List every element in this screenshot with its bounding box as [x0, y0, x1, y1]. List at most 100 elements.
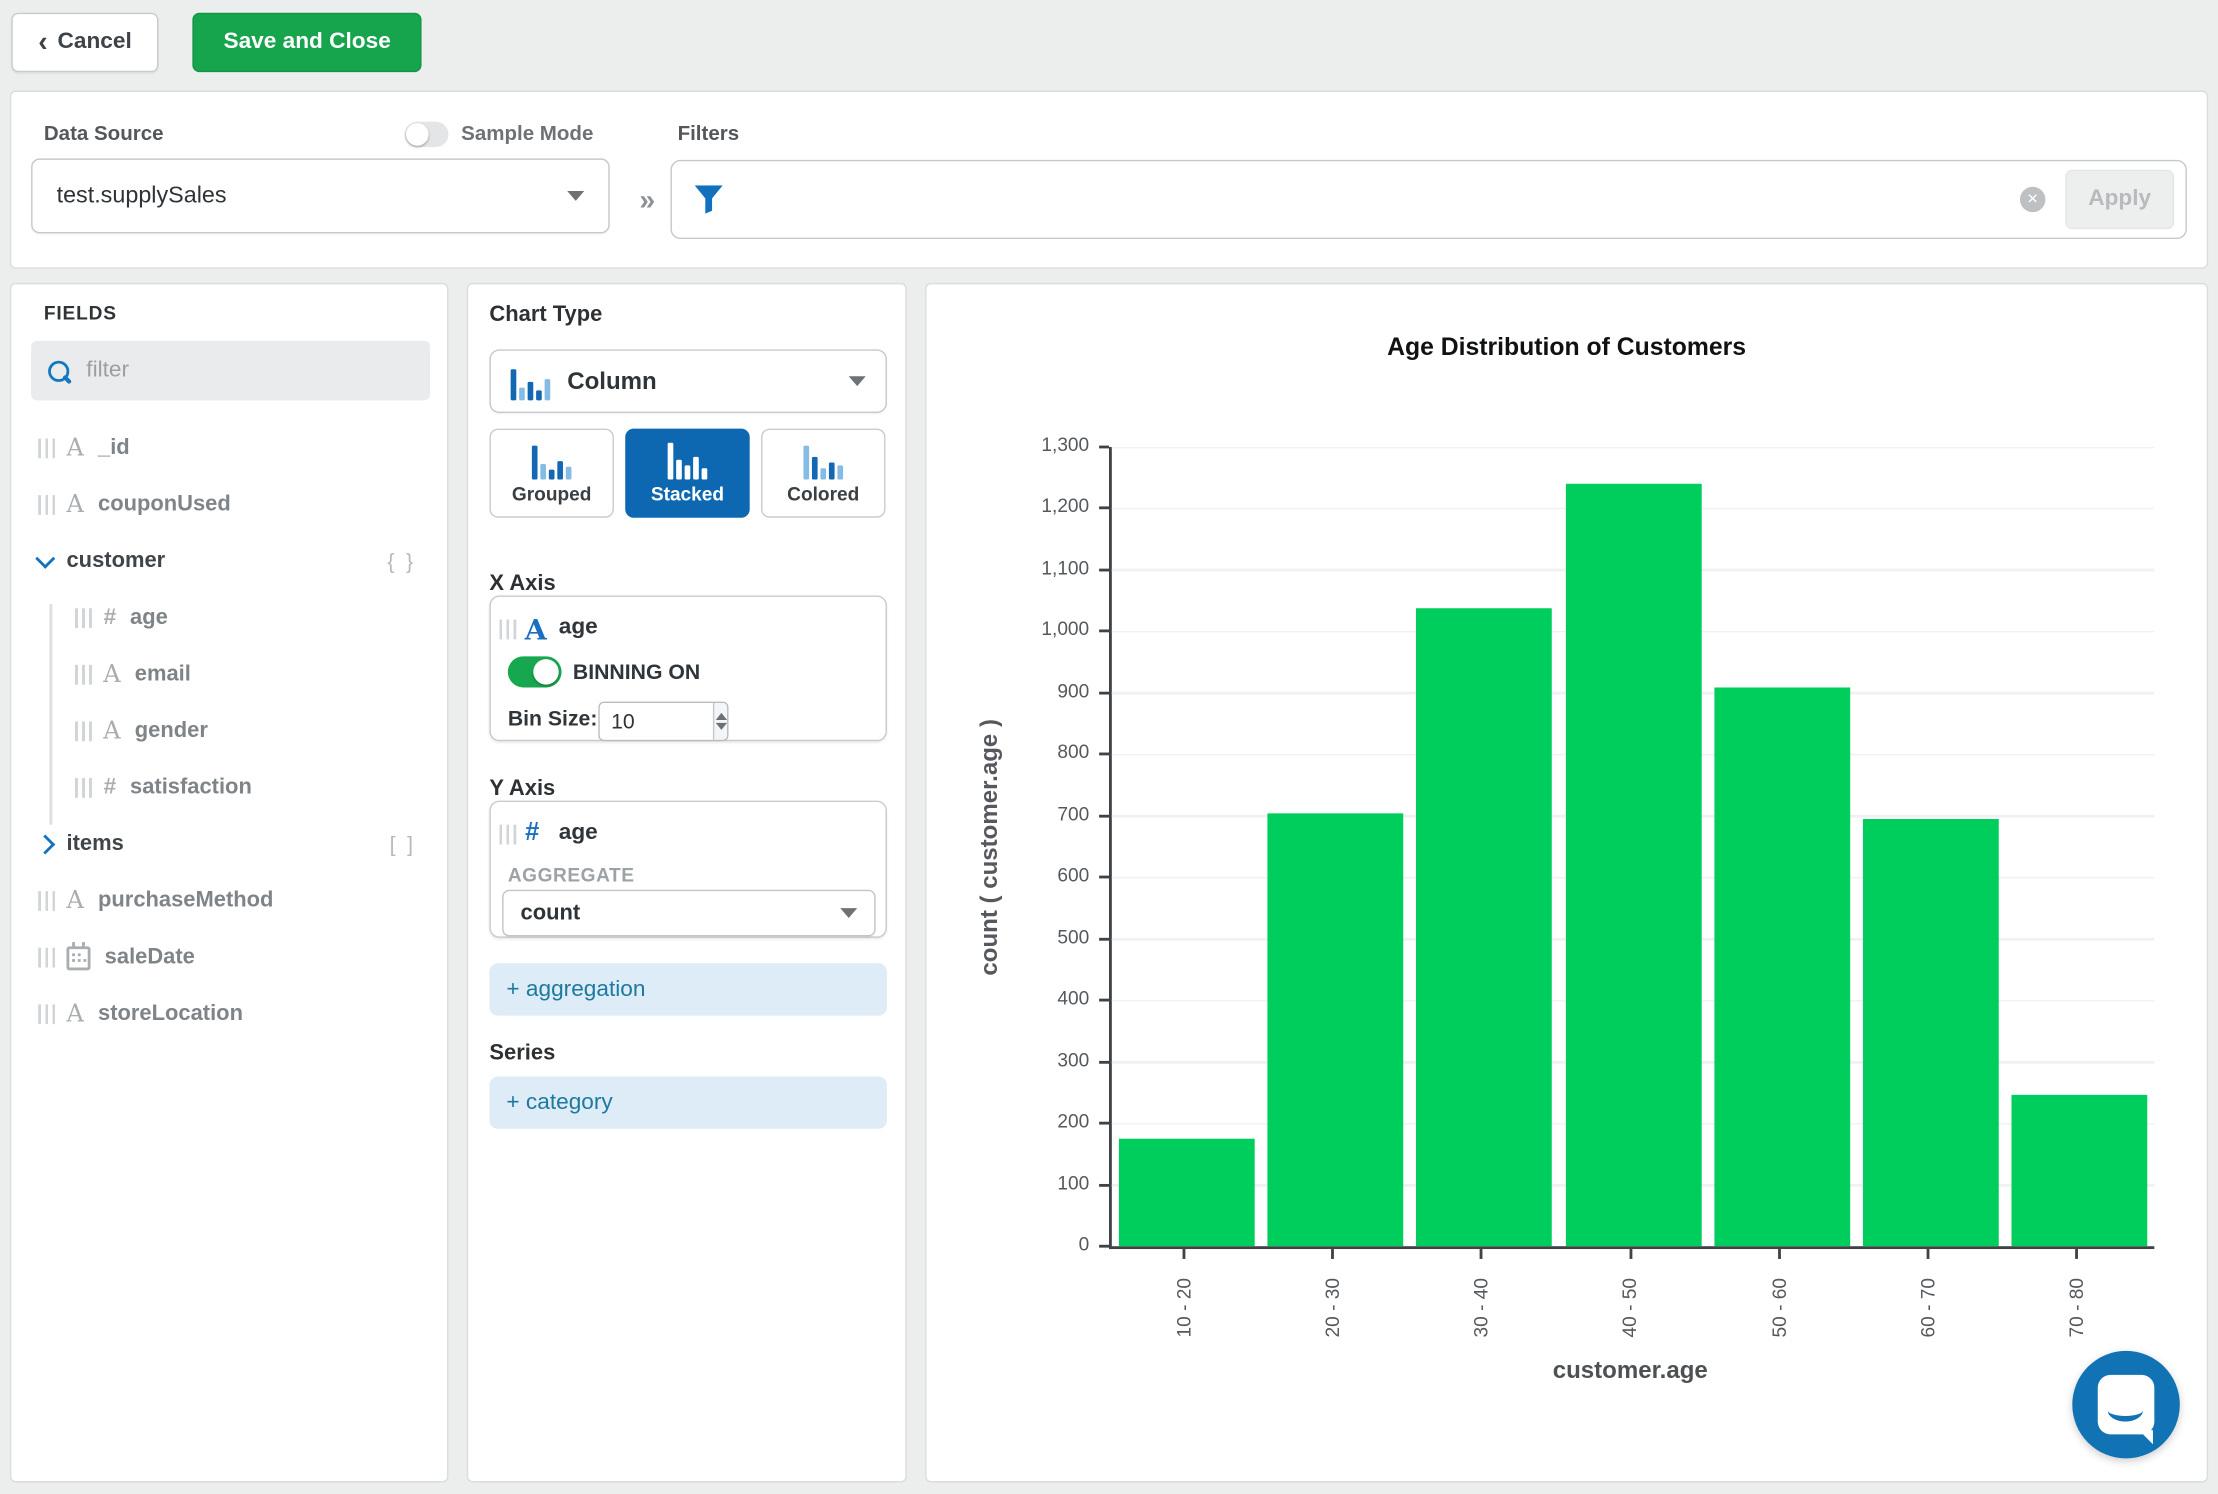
- chart-bar-40-50[interactable]: [1565, 483, 1701, 1247]
- field-label: saleDate: [104, 944, 195, 969]
- y-tick-label: 800: [1057, 741, 1090, 763]
- column-chart-icon: [510, 363, 551, 400]
- data-source-select[interactable]: test.supplySales: [31, 158, 610, 234]
- field-row-couponUsed[interactable]: AcouponUsed: [11, 477, 447, 534]
- x-tick-label: 10 - 20: [1172, 1277, 1195, 1337]
- y-tick-mark: [1099, 568, 1109, 572]
- save-and-close-button[interactable]: Save and Close: [192, 12, 422, 73]
- y-tick-label: 600: [1057, 864, 1090, 886]
- field-label: customer: [66, 548, 166, 573]
- object-badge-icon: { }: [387, 549, 416, 574]
- y-tick-label: 200: [1057, 1110, 1090, 1132]
- drag-handle-icon[interactable]: [499, 619, 517, 640]
- x-axis-label: customer.age: [1552, 1356, 1708, 1384]
- variant-grouped-button[interactable]: Grouped: [489, 428, 614, 518]
- bin-size-input[interactable]: [599, 703, 713, 740]
- field-search-box[interactable]: [31, 340, 431, 401]
- apply-button[interactable]: Apply: [2065, 169, 2175, 230]
- chat-bubble-icon: [2097, 1374, 2155, 1445]
- calendar-icon: [66, 941, 91, 970]
- x-tick-label: 50 - 60: [1768, 1277, 1790, 1337]
- chart-title: Age Distribution of Customers: [1387, 332, 1747, 361]
- add-aggregation-label: + aggregation: [506, 976, 646, 1001]
- chart-bar-50-60[interactable]: [1714, 686, 1850, 1247]
- field-row-items[interactable]: items [ ]: [11, 816, 447, 873]
- chart-bar-30-40[interactable]: [1416, 608, 1553, 1247]
- y-tick-label: 1,200: [1041, 495, 1090, 517]
- field-row-_id[interactable]: A _id: [11, 420, 447, 477]
- chart-type-title: Chart Type: [489, 302, 603, 327]
- toggle-knob: [405, 123, 429, 146]
- drag-handle-icon: [38, 891, 56, 911]
- x-tick-mark: [1777, 1249, 1781, 1259]
- chart-bar-60-70[interactable]: [1863, 818, 1999, 1247]
- chart-bar-70-80[interactable]: [2011, 1094, 2148, 1247]
- smile-icon: [2107, 1399, 2144, 1422]
- stepper-down-icon[interactable]: [715, 722, 727, 730]
- variant-label: Colored: [787, 483, 860, 505]
- x-tick-label: 60 - 70: [1917, 1277, 1939, 1337]
- y-tick-label: 1,300: [1041, 434, 1090, 456]
- add-aggregation-button[interactable]: + aggregation: [489, 963, 887, 1016]
- y-tick-mark: [1099, 691, 1109, 695]
- sample-mode-toggle[interactable]: [404, 121, 449, 148]
- y-tick-label: 400: [1057, 987, 1090, 1009]
- fields-panel: FIELDS A _id AcouponUsed customer { } # age Aem…: [9, 282, 449, 1483]
- field-row-customer[interactable]: customer { }: [11, 533, 447, 590]
- stacked-bars-icon: [667, 442, 708, 479]
- field-row-email[interactable]: Aemail: [11, 646, 447, 703]
- datasource-filters-card: Data Source Sample Mode Filters test.sup…: [9, 90, 2209, 269]
- x-tick-mark: [1330, 1249, 1334, 1259]
- field-row-gender[interactable]: Agender: [11, 703, 447, 760]
- cancel-button[interactable]: ‹ Cancel: [11, 12, 159, 73]
- filters-input[interactable]: ✕ Apply: [670, 159, 2187, 240]
- x-tick-mark: [1628, 1249, 1632, 1259]
- string-type-icon: A: [66, 886, 84, 915]
- field-row-storeLocation[interactable]: AstoreLocation: [11, 986, 447, 1043]
- intercom-chat-button[interactable]: [2072, 1350, 2180, 1459]
- chart-type-value: Column: [567, 367, 657, 394]
- variant-colored-button[interactable]: Colored: [761, 428, 886, 518]
- y-tick-label: 1,100: [1041, 557, 1090, 579]
- chart-type-select[interactable]: Column: [489, 349, 887, 414]
- y-tick-mark: [1099, 507, 1109, 510]
- aggregate-select[interactable]: count: [502, 889, 876, 937]
- chevron-down-icon: [567, 190, 585, 201]
- field-label: items: [66, 831, 124, 856]
- field-row-saleDate[interactable]: saleDate: [11, 929, 447, 986]
- search-icon: [48, 360, 70, 382]
- chevron-right-icon[interactable]: [35, 834, 56, 855]
- field-label: gender: [134, 718, 208, 743]
- binning-toggle[interactable]: [507, 656, 562, 688]
- x-tick-mark: [2075, 1249, 2079, 1259]
- y-tick-mark: [1099, 937, 1109, 941]
- field-row-purchaseMethod[interactable]: ApurchaseMethod: [11, 873, 447, 930]
- y-tick-mark: [1099, 752, 1109, 756]
- binning-label: BINNING ON: [572, 660, 701, 685]
- drag-handle-icon: [74, 664, 92, 685]
- drag-handle-icon[interactable]: [499, 824, 517, 845]
- string-type-icon: A: [66, 490, 84, 519]
- add-category-button[interactable]: + category: [489, 1076, 887, 1129]
- field-row-satisfaction[interactable]: # satisfaction: [11, 760, 447, 817]
- colored-bars-icon: [803, 442, 844, 479]
- field-search-input[interactable]: [83, 356, 401, 385]
- y-tick-mark: [1099, 1060, 1109, 1064]
- stepper-up-icon[interactable]: [715, 712, 727, 721]
- y-tick-mark: [1099, 1244, 1109, 1248]
- chart-bar-10-20[interactable]: [1118, 1138, 1255, 1247]
- x-tick-mark: [1479, 1249, 1483, 1259]
- x-tick-mark: [1182, 1249, 1185, 1259]
- y-tick-label: 0: [1078, 1233, 1090, 1255]
- field-row-age[interactable]: # age: [11, 590, 447, 647]
- chart-bar-20-30[interactable]: [1267, 814, 1404, 1247]
- x-tick-label: 20 - 30: [1321, 1277, 1343, 1337]
- chevron-down-icon[interactable]: [35, 548, 56, 569]
- stepper-control[interactable]: [712, 703, 728, 740]
- clear-filters-icon[interactable]: ✕: [2019, 186, 2046, 213]
- field-label: storeLocation: [98, 1001, 243, 1026]
- field-label: satisfaction: [130, 775, 252, 800]
- field-label: age: [130, 605, 168, 630]
- variant-stacked-button[interactable]: Stacked: [625, 428, 750, 518]
- y-tick-label: 300: [1057, 1049, 1090, 1071]
